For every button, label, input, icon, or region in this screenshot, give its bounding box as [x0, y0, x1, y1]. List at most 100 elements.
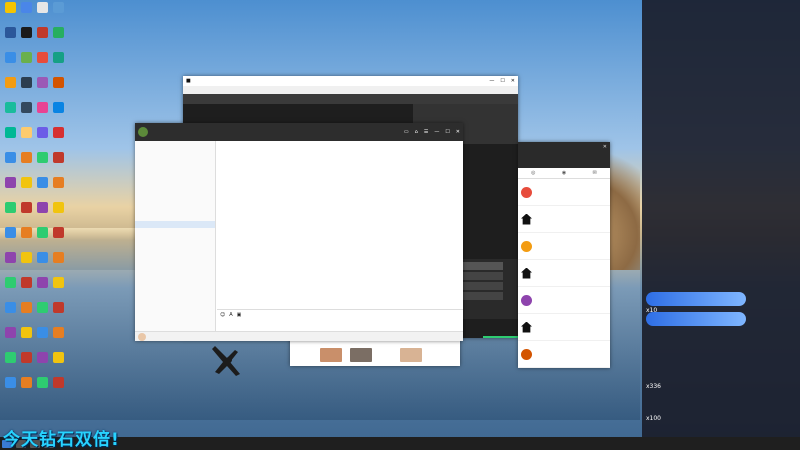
desktop-icon[interactable]: [34, 252, 50, 276]
room-list-header[interactable]: ✕: [518, 142, 610, 168]
desktop-icon[interactable]: [18, 327, 34, 351]
desktop-icon[interactable]: [50, 252, 66, 276]
desktop-icon[interactable]: [34, 327, 50, 351]
desktop-icon[interactable]: [2, 2, 18, 26]
font-icon[interactable]: A: [229, 312, 232, 318]
desktop-icon[interactable]: [18, 27, 34, 51]
desktop-icon[interactable]: [18, 177, 34, 201]
desktop-icon[interactable]: [34, 277, 50, 301]
chat-titlebar[interactable]: ▭ ⌂ ☰ — ☐ ✕: [135, 123, 463, 141]
room-list-item[interactable]: [518, 233, 610, 260]
desktop-icon[interactable]: [2, 27, 18, 51]
room-list-item[interactable]: [518, 260, 610, 287]
contact-item[interactable]: [135, 314, 215, 320]
desktop-icon[interactable]: [2, 177, 18, 201]
desktop-icon[interactable]: [34, 127, 50, 151]
tab-icon[interactable]: ◉: [562, 170, 566, 176]
room-list-tabs[interactable]: ◎ ◉ ✉: [518, 168, 610, 179]
desktop-icon[interactable]: [34, 102, 50, 126]
desktop-icon[interactable]: [34, 2, 50, 26]
room-list-item[interactable]: [518, 314, 610, 341]
list-icon[interactable]: ☰: [424, 129, 428, 135]
desktop-icon[interactable]: [50, 177, 66, 201]
desktop-icon[interactable]: [18, 352, 34, 376]
desktop-icon[interactable]: [34, 152, 50, 176]
desktop-icon[interactable]: [18, 152, 34, 176]
desktop-icon[interactable]: [34, 52, 50, 76]
desktop-icon[interactable]: [18, 302, 34, 326]
desktop-icon[interactable]: [2, 352, 18, 376]
close-icon[interactable]: ✕: [603, 144, 607, 150]
desktop-icon[interactable]: [18, 127, 34, 151]
media-thumbnail[interactable]: [400, 348, 422, 362]
desktop-icon[interactable]: [50, 2, 66, 26]
desktop-icon[interactable]: [18, 52, 34, 76]
desktop-icon[interactable]: [50, 27, 66, 51]
media-thumbnail[interactable]: [350, 348, 372, 362]
desktop-icon[interactable]: [34, 352, 50, 376]
desktop-icon[interactable]: [50, 377, 66, 401]
room-list-item[interactable]: [518, 206, 610, 233]
desktop-icon[interactable]: [50, 302, 66, 326]
desktop-icon[interactable]: [18, 277, 34, 301]
desktop-icon[interactable]: [34, 377, 50, 401]
maximize-icon[interactable]: ☐: [500, 78, 504, 84]
room-list-item[interactable]: [518, 341, 610, 368]
desktop-icon[interactable]: [34, 77, 50, 101]
desktop-icon[interactable]: [50, 227, 66, 251]
chat-input-area[interactable]: ☺ A ▣: [217, 309, 463, 332]
contact-list[interactable]: [135, 141, 216, 331]
desktop-icon[interactable]: [2, 127, 18, 151]
chat-window[interactable]: ▭ ⌂ ☰ — ☐ ✕ ☺ A ▣: [135, 123, 463, 341]
user-avatar[interactable]: [138, 333, 146, 341]
desktop-icon[interactable]: [34, 202, 50, 226]
desktop-icon[interactable]: [18, 252, 34, 276]
desktop-icon[interactable]: [2, 302, 18, 326]
desktop-icon[interactable]: [50, 127, 66, 151]
close-icon[interactable]: ✕: [456, 129, 460, 135]
desktop-icon[interactable]: [2, 277, 18, 301]
desktop-icon[interactable]: [2, 327, 18, 351]
desktop-icon[interactable]: [50, 102, 66, 126]
desktop-icon[interactable]: [2, 152, 18, 176]
maximize-icon[interactable]: ☐: [445, 129, 449, 135]
desktop-icon[interactable]: [50, 277, 66, 301]
room-list-window[interactable]: ✕ ◎ ◉ ✉: [518, 142, 610, 368]
desktop-icon[interactable]: [34, 227, 50, 251]
desktop-icon[interactable]: [2, 227, 18, 251]
room-list-item[interactable]: [518, 179, 610, 206]
video-icon[interactable]: ▭: [404, 129, 409, 135]
editor-titlebar[interactable]: ■ — ☐ ✕: [183, 76, 518, 86]
desktop-icon[interactable]: [18, 2, 34, 26]
desktop-icon[interactable]: [2, 52, 18, 76]
minimize-icon[interactable]: —: [434, 129, 439, 135]
desktop-icon[interactable]: [18, 102, 34, 126]
desktop-icon[interactable]: [34, 302, 50, 326]
desktop-icon[interactable]: [2, 252, 18, 276]
desktop-icon[interactable]: [18, 77, 34, 101]
emoji-icon[interactable]: ☺: [220, 312, 225, 318]
media-thumbnail[interactable]: [320, 348, 342, 362]
desktop-icon[interactable]: [2, 102, 18, 126]
close-icon[interactable]: ✕: [511, 78, 515, 84]
desktop-icon[interactable]: [50, 352, 66, 376]
room-list-item[interactable]: [518, 287, 610, 314]
desktop-icon[interactable]: [2, 202, 18, 226]
desktop-icon[interactable]: [18, 377, 34, 401]
desktop-icon[interactable]: [34, 177, 50, 201]
desktop-icon[interactable]: [50, 327, 66, 351]
home-icon[interactable]: ⌂: [415, 129, 418, 135]
desktop-icon[interactable]: [50, 77, 66, 101]
desktop-icon[interactable]: [50, 152, 66, 176]
desktop-icon[interactable]: [18, 227, 34, 251]
image-icon[interactable]: ▣: [237, 312, 242, 318]
desktop-icon[interactable]: [50, 52, 66, 76]
tab-icon[interactable]: ◎: [531, 170, 535, 176]
minimize-icon[interactable]: —: [489, 78, 494, 84]
tab-icon[interactable]: ✉: [593, 170, 597, 176]
desktop-icon[interactable]: [50, 202, 66, 226]
desktop-icon[interactable]: [2, 77, 18, 101]
desktop-icon[interactable]: [18, 202, 34, 226]
desktop-icon[interactable]: [34, 27, 50, 51]
desktop-icon[interactable]: [2, 377, 18, 401]
